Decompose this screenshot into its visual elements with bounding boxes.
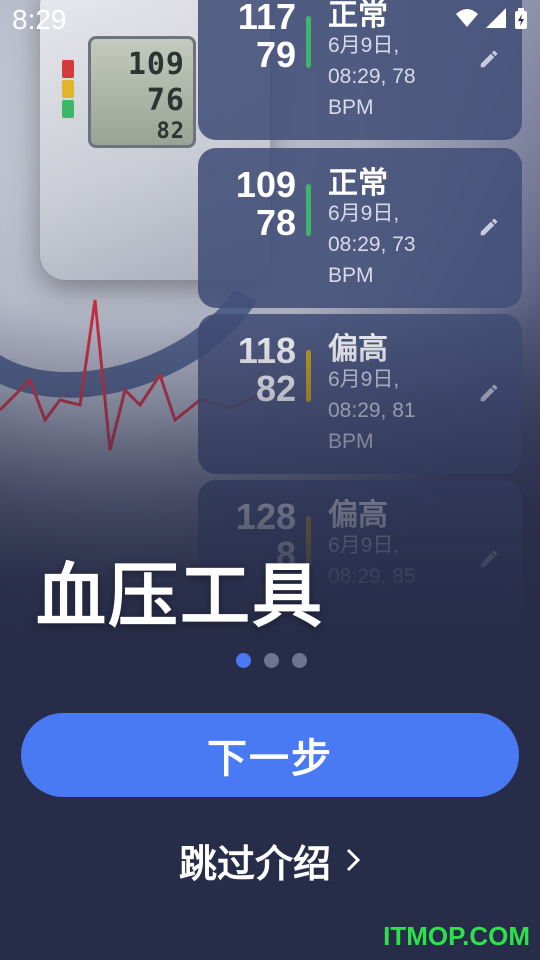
status-label: 偏高 — [328, 498, 388, 533]
record-card[interactable]: 109 78 正常 6月9日, 08:29, 73 BPM — [198, 148, 522, 308]
led-red — [62, 60, 74, 78]
reading-values: 109 78 — [198, 166, 296, 242]
record-detail: 6月9日, 08:29, 85 — [328, 534, 416, 588]
status-color-bar — [306, 350, 311, 402]
diastolic-value: 78 — [255, 202, 296, 243]
pager-dot[interactable] — [292, 653, 307, 668]
record-detail: 6月9日, 08:29, 73 BPM — [328, 202, 416, 287]
status-label: 偏高 — [328, 332, 388, 367]
status-color-bar — [306, 184, 311, 236]
chevron-right-icon — [346, 848, 361, 872]
record-card[interactable]: 118 82 偏高 6月9日, 08:29, 81 BPM — [198, 314, 522, 474]
edit-icon[interactable] — [478, 216, 500, 238]
monitor-screen: 109 76 82 — [88, 36, 196, 148]
led-yellow — [62, 80, 74, 98]
status-time: 8:29 — [12, 4, 67, 35]
pager-indicator — [236, 653, 307, 668]
edit-icon[interactable] — [478, 48, 500, 70]
led-green — [62, 100, 74, 118]
edit-icon[interactable] — [478, 548, 500, 570]
skip-intro-button[interactable]: 跳过介绍 — [0, 830, 540, 890]
record-list: 117 79 正常 6月9日, 08:29, 78 BPM 109 78 正常 6月9日, 0… — [198, 0, 522, 630]
signal-icon — [486, 8, 506, 28]
status-bar: 8:29 — [0, 0, 540, 44]
systolic-value: 128 — [235, 496, 296, 537]
record-detail: 6月9日, 08:29, 81 BPM — [328, 368, 416, 453]
skip-intro-label: 跳过介绍 — [178, 841, 331, 886]
next-button[interactable]: 下一步 — [21, 713, 519, 797]
systolic-value: 118 — [237, 330, 296, 371]
pager-dot[interactable] — [264, 653, 279, 668]
reading-values: 118 82 — [198, 332, 296, 408]
diastolic-value: 82 — [255, 368, 296, 409]
watermark: ITMOP.COM — [383, 921, 530, 951]
status-label: 正常 — [328, 166, 388, 201]
wifi-icon — [456, 9, 478, 27]
page-title: 血压工具 — [36, 555, 324, 637]
pager-dot[interactable] — [236, 653, 251, 668]
systolic-value: 109 — [235, 164, 296, 205]
edit-icon[interactable] — [478, 382, 500, 404]
battery-icon — [515, 8, 527, 29]
